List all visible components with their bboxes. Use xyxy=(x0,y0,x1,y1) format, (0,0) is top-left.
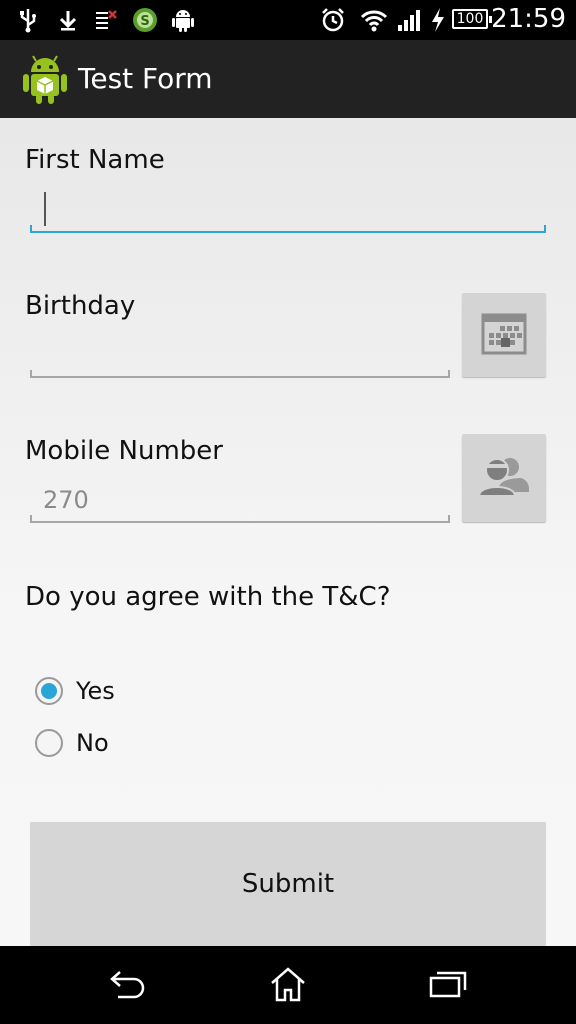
tc-question: Do you agree with the T&C? xyxy=(25,582,391,612)
mobile-number-field[interactable] xyxy=(30,509,450,523)
radio-yes-label[interactable]: Yes xyxy=(76,677,115,705)
submit-button[interactable]: Submit xyxy=(30,822,546,946)
birthday-field[interactable] xyxy=(30,364,450,378)
sim-icon xyxy=(94,6,118,34)
first-name-field[interactable] xyxy=(30,219,546,233)
radio-yes[interactable] xyxy=(35,677,63,705)
android-icon xyxy=(170,6,196,34)
android-app-icon[interactable] xyxy=(22,52,68,110)
navigation-bar xyxy=(0,946,576,1024)
charging-icon xyxy=(428,6,448,34)
calendar-button[interactable] xyxy=(462,293,546,377)
battery-icon: 100 xyxy=(452,9,492,29)
home-icon[interactable] xyxy=(258,964,318,1004)
first-name-label: First Name xyxy=(25,145,165,175)
radio-no-label[interactable]: No xyxy=(76,729,109,757)
status-clock: 21:59 xyxy=(491,4,566,34)
text-cursor xyxy=(44,192,46,226)
usb-icon xyxy=(18,6,38,34)
contacts-button[interactable] xyxy=(462,434,546,522)
signal-icon xyxy=(395,6,423,34)
birthday-label: Birthday xyxy=(25,291,136,321)
recents-icon[interactable] xyxy=(418,964,478,1004)
s-app-icon: S xyxy=(131,6,159,34)
contacts-icon xyxy=(477,454,531,502)
svg-text:S: S xyxy=(140,14,149,29)
mobile-number-label: Mobile Number xyxy=(25,436,223,466)
alarm-icon xyxy=(319,6,347,34)
wifi-icon xyxy=(359,6,389,34)
calendar-icon xyxy=(480,309,528,361)
status-bar: S 100 21:59 xyxy=(0,0,576,40)
back-icon[interactable] xyxy=(98,964,158,1004)
radio-no[interactable] xyxy=(35,729,63,757)
download-icon xyxy=(57,6,79,34)
action-bar: Test Form xyxy=(0,40,576,118)
app-title: Test Form xyxy=(78,62,213,95)
